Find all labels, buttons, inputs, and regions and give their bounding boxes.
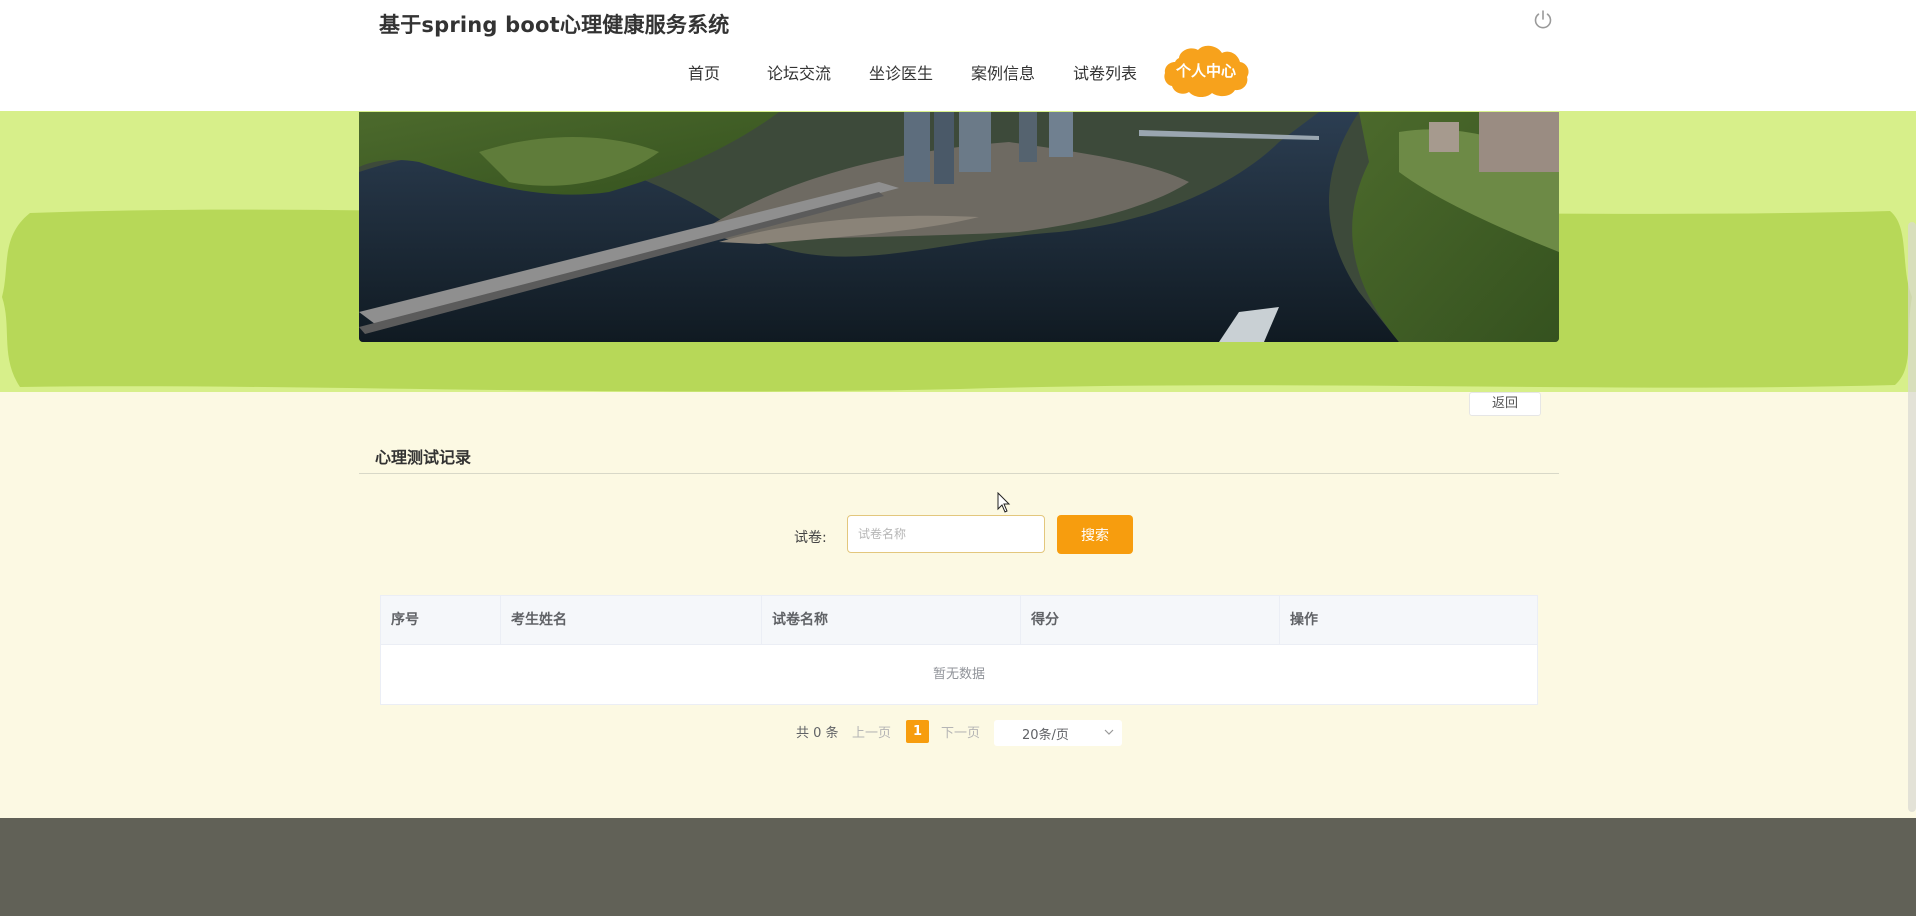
pagination-page-1[interactable]: 1 <box>906 720 929 743</box>
chevron-down-icon <box>1104 729 1114 735</box>
column-header-exam-name[interactable]: 试卷名称 <box>762 596 1021 644</box>
table-header: 序号 考生姓名 试卷名称 得分 操作 <box>381 596 1537 645</box>
header: 基于spring boot心理健康服务系统 首页 论坛交流 坐诊医生 案例信息 … <box>0 0 1916 111</box>
table-empty-text: 暂无数据 <box>932 667 985 682</box>
site-title: 基于spring boot心理健康服务系统 <box>379 13 730 37</box>
city-river-photo <box>359 112 1559 342</box>
nav-personal-center[interactable]: 个人中心 <box>1161 40 1251 102</box>
footer <box>0 818 1916 916</box>
nav-personal-center-label: 个人中心 <box>1175 62 1236 80</box>
page-size-select[interactable]: 20条/页 <box>994 720 1122 746</box>
column-header-examinee-name[interactable]: 考生姓名 <box>501 596 762 644</box>
main-nav: 首页 论坛交流 坐诊医生 案例信息 试卷列表 <box>0 40 1916 100</box>
pagination-prev-button[interactable]: 上一页 <box>852 722 891 741</box>
banner-image <box>359 112 1559 342</box>
exam-name-search-input[interactable] <box>847 515 1045 553</box>
back-button[interactable]: 返回 <box>1469 392 1541 416</box>
nav-exam-list[interactable]: 试卷列表 <box>1073 60 1137 84</box>
power-icon[interactable] <box>1531 8 1555 32</box>
page-size-value: 20条/页 <box>1022 728 1069 743</box>
records-table: 序号 考生姓名 试卷名称 得分 操作 暂无数据 <box>380 595 1538 705</box>
pagination-total: 共 0 条 <box>796 726 839 741</box>
section-title: 心理测试记录 <box>375 448 472 467</box>
search-button[interactable]: 搜索 <box>1057 515 1133 554</box>
column-header-index[interactable]: 序号 <box>381 596 501 644</box>
mouse-cursor-icon <box>997 492 1011 513</box>
scrollbar[interactable] <box>1908 222 1916 812</box>
column-header-score[interactable]: 得分 <box>1021 596 1280 644</box>
search-label: 试卷: <box>794 530 827 546</box>
pagination-next-button[interactable]: 下一页 <box>941 722 980 741</box>
nav-forum[interactable]: 论坛交流 <box>767 60 831 84</box>
nav-cases[interactable]: 案例信息 <box>971 60 1035 84</box>
nav-home[interactable]: 首页 <box>688 60 720 84</box>
nav-doctors[interactable]: 坐诊医生 <box>869 60 933 84</box>
section-divider <box>359 473 1559 474</box>
column-header-actions[interactable]: 操作 <box>1280 596 1537 644</box>
pagination: 共 0 条 上一页 1 下一页 20条/页 <box>0 720 1916 746</box>
